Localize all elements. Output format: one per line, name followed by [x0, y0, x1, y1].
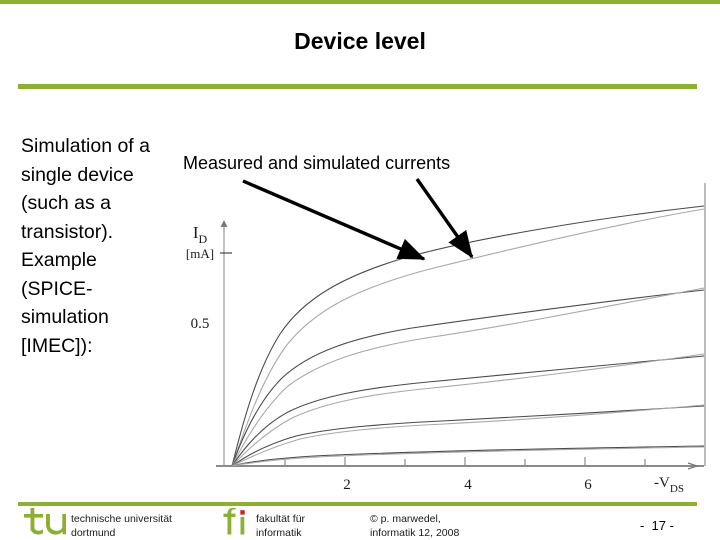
curve-measured-1 [231, 205, 705, 467]
footer-copyright: © p. marwedel, informatik 12, 2008 [370, 513, 460, 539]
x-tick-label-6: 6 [584, 477, 592, 493]
title-divider [18, 84, 697, 89]
y-tick-label-0-5: 0.5 [191, 316, 210, 332]
x-tick-label-2: 2 [343, 477, 351, 493]
x-axis-label: -VDS [654, 475, 684, 495]
fakultaet-informatik-logo [223, 508, 245, 535]
callout-label: Measured and simulated currents [183, 153, 451, 173]
x-tick-marks [284, 457, 646, 466]
footer-university-name: technische universität dortmund [71, 513, 172, 539]
page-title: Device level [294, 28, 426, 54]
slide-canvas: Device level Simulation of a single devi… [0, 0, 720, 540]
footer-faculty-name: fakultät für informatik [256, 513, 306, 539]
top-accent-bar [0, 0, 720, 4]
curve-simulated-1 [231, 208, 705, 467]
curve-group [231, 205, 705, 467]
body-paragraph: Simulation of a single device (such as a… [21, 135, 150, 357]
curve-measured-5 [231, 445, 705, 467]
y-axis-label-unit: [mA] [186, 246, 214, 261]
tu-dortmund-logo [24, 508, 66, 535]
x-tick-label-4: 4 [464, 477, 472, 493]
chart-svg: ID [mA] 0.5 2 4 6 -VDS [186, 183, 706, 495]
y-axis-label-symbol: ID [193, 223, 208, 246]
curve-simulated-2 [231, 287, 705, 467]
footer-divider [18, 502, 697, 506]
iv-characteristics-chart: ID [mA] 0.5 2 4 6 -VDS [176, 176, 720, 496]
page-number: - 17 - [640, 518, 674, 533]
